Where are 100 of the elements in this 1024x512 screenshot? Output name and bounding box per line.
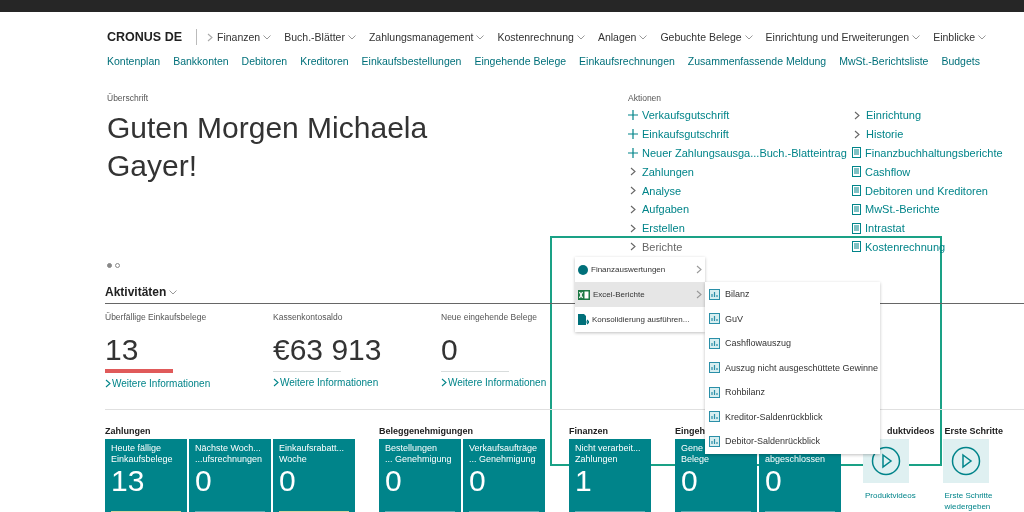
chevron-icon — [696, 290, 702, 299]
menu-item[interactable]: Auszug nicht ausgeschüttete Gewinne — [705, 355, 880, 380]
video-tile[interactable] — [942, 439, 989, 483]
nav-link[interactable]: Kontenplan — [107, 55, 161, 67]
caret-icon — [639, 34, 648, 40]
chevron-icon — [441, 378, 447, 387]
chart-report-icon — [709, 411, 720, 423]
section-title[interactable]: Aktivitäten — [105, 285, 167, 299]
nav-link[interactable]: Bankkonten — [173, 55, 229, 67]
action-link[interactable]: Verkaufsgutschrift — [628, 106, 852, 125]
nav-link[interactable]: Eingehende Belege — [474, 55, 567, 67]
nav-menu[interactable]: Finanzen — [217, 31, 272, 43]
nav-link[interactable]: Debitoren — [241, 55, 288, 67]
menu-item[interactable]: Cashflowauszug — [705, 331, 880, 356]
menu-item[interactable]: Kreditor-Saldenrückblick — [705, 404, 880, 429]
chart-report-icon — [709, 386, 720, 398]
action-link[interactable]: Debitoren und Kreditoren — [852, 181, 1003, 200]
menu-item[interactable]: Rohbilanz — [705, 380, 880, 405]
nav-menu[interactable]: Kostenrechnung — [497, 31, 585, 43]
chevron-icon — [207, 32, 213, 42]
video-link[interactable]: Produktvideos — [865, 490, 925, 501]
tile-group-title: Erste Schritte — [944, 426, 1005, 438]
kpi-tile[interactable]: Verkaufsaufträge ... Genehmigung 0 — [463, 439, 545, 512]
nav-menu[interactable]: Zahlungsmanagement — [368, 31, 485, 43]
report-icon — [852, 241, 861, 253]
action-link[interactable]: Intrastat — [852, 218, 1003, 238]
action-link[interactable]: Cashflow — [852, 162, 1003, 182]
report-icon — [852, 166, 861, 178]
nav-menu[interactable]: Einrichtung und Erweiterungen — [765, 31, 921, 43]
report-icon — [852, 147, 861, 159]
caret-icon — [576, 34, 585, 40]
chart-report-icon — [709, 435, 720, 447]
kpi-tile[interactable]: Bestellungen ... Genehmigung 0 — [379, 439, 461, 512]
spreadsheet-icon — [578, 289, 590, 300]
cue-label: Kassenkontosaldo — [273, 312, 344, 324]
play-icon — [950, 446, 981, 476]
actions-caption: Aktionen — [628, 93, 663, 103]
kpi-tile[interactable]: Einkaufsrabatt... Woche 0 — [273, 439, 355, 512]
company-name[interactable]: CRONUS DE — [107, 30, 182, 44]
action-link[interactable]: Aufgaben — [628, 200, 852, 219]
nav-menu[interactable]: Gebuchte Belege — [660, 31, 753, 43]
document-arrow-icon — [578, 314, 589, 325]
cue-value[interactable]: 0 — [441, 334, 609, 366]
action-link[interactable]: Einrichtung — [852, 106, 1003, 125]
cue-label: Neue eingehende Belege — [441, 312, 538, 324]
action-link[interactable]: Zahlungen — [628, 162, 852, 182]
play-icon — [871, 446, 901, 476]
action-link[interactable]: Historie — [852, 124, 1003, 144]
more-info-link[interactable]: Weitere Informationen — [105, 378, 273, 389]
nav-menu[interactable]: Einblicke — [933, 31, 987, 43]
action-link[interactable]: Erstellen — [628, 218, 852, 238]
nav-menu[interactable]: Anlagen — [597, 31, 648, 43]
action-link[interactable]: MwSt.-Berichte — [852, 200, 1003, 219]
nav-menu[interactable]: Buch.-Blätter — [284, 31, 356, 43]
more-info-link[interactable]: Weitere Informationen — [273, 377, 441, 388]
menu-item[interactable]: Excel-Berichte — [575, 282, 705, 307]
carousel-dot[interactable] — [107, 263, 112, 268]
chart-report-icon — [709, 337, 720, 349]
caret-icon — [978, 34, 987, 40]
menu-item[interactable]: Bilanz — [705, 282, 880, 307]
kpi-tile[interactable]: Nächste Woch... ...ufsrechnungen 0 — [189, 439, 271, 512]
report-icon — [852, 185, 861, 197]
action-link[interactable]: Finanzbuchhaltungsberichte — [852, 143, 1003, 163]
caret-icon — [169, 289, 178, 295]
tile-group-title: Zahlungen — [105, 426, 152, 438]
chevron-icon — [273, 378, 279, 387]
tile-group-title: duktvideos — [887, 426, 936, 438]
action-link[interactable]: Neuer Zahlungsausga...Buch.-Blatteintrag — [628, 143, 852, 163]
action-link[interactable]: Analyse — [628, 181, 852, 200]
action-link[interactable]: Einkaufsgutschrift — [628, 124, 852, 144]
action-link[interactable]: Berichte — [628, 237, 852, 257]
menu-item[interactable]: Konsolidierung ausführen... — [575, 307, 705, 332]
report-icon — [852, 203, 861, 215]
menu-item[interactable]: Finanzauswertungen — [575, 257, 705, 282]
more-info-link[interactable]: Weitere Informationen — [441, 377, 609, 388]
plus-icon — [628, 129, 638, 140]
menu-item[interactable]: GuV — [705, 306, 880, 331]
plus-icon — [628, 110, 638, 121]
nav-link[interactable]: Einkaufsrechnungen — [579, 55, 675, 67]
caret-icon — [744, 34, 753, 40]
report-icon — [852, 222, 861, 234]
chart-report-icon — [709, 313, 720, 325]
nav-link[interactable]: MwSt.-Berichtsliste — [839, 55, 929, 67]
caret-icon — [476, 34, 485, 40]
cue-value[interactable]: 13 — [105, 334, 273, 366]
cue-value[interactable]: €63 913 — [273, 334, 441, 366]
nav-link[interactable]: Kreditoren — [300, 55, 349, 67]
tile-group-title: Eingeh — [675, 426, 706, 438]
chart-report-icon — [709, 362, 720, 374]
caret-icon — [263, 34, 272, 40]
nav-link[interactable]: Einkaufsbestellungen — [361, 55, 462, 67]
video-link[interactable]: Erste Schritte wiedergeben — [944, 490, 1005, 512]
nav-link[interactable]: Zusammenfassende Meldung — [687, 55, 827, 67]
circle-icon — [578, 264, 588, 275]
chart-report-icon — [709, 288, 720, 300]
caret-icon — [347, 34, 356, 40]
kpi-tile[interactable]: Heute fällige Einkaufsbelege 13 — [105, 439, 187, 512]
chevron-icon — [696, 265, 702, 274]
kpi-tile[interactable]: Nicht verarbeit... Zahlungen 1 — [569, 439, 651, 512]
nav-link[interactable]: Budgets — [941, 55, 980, 67]
